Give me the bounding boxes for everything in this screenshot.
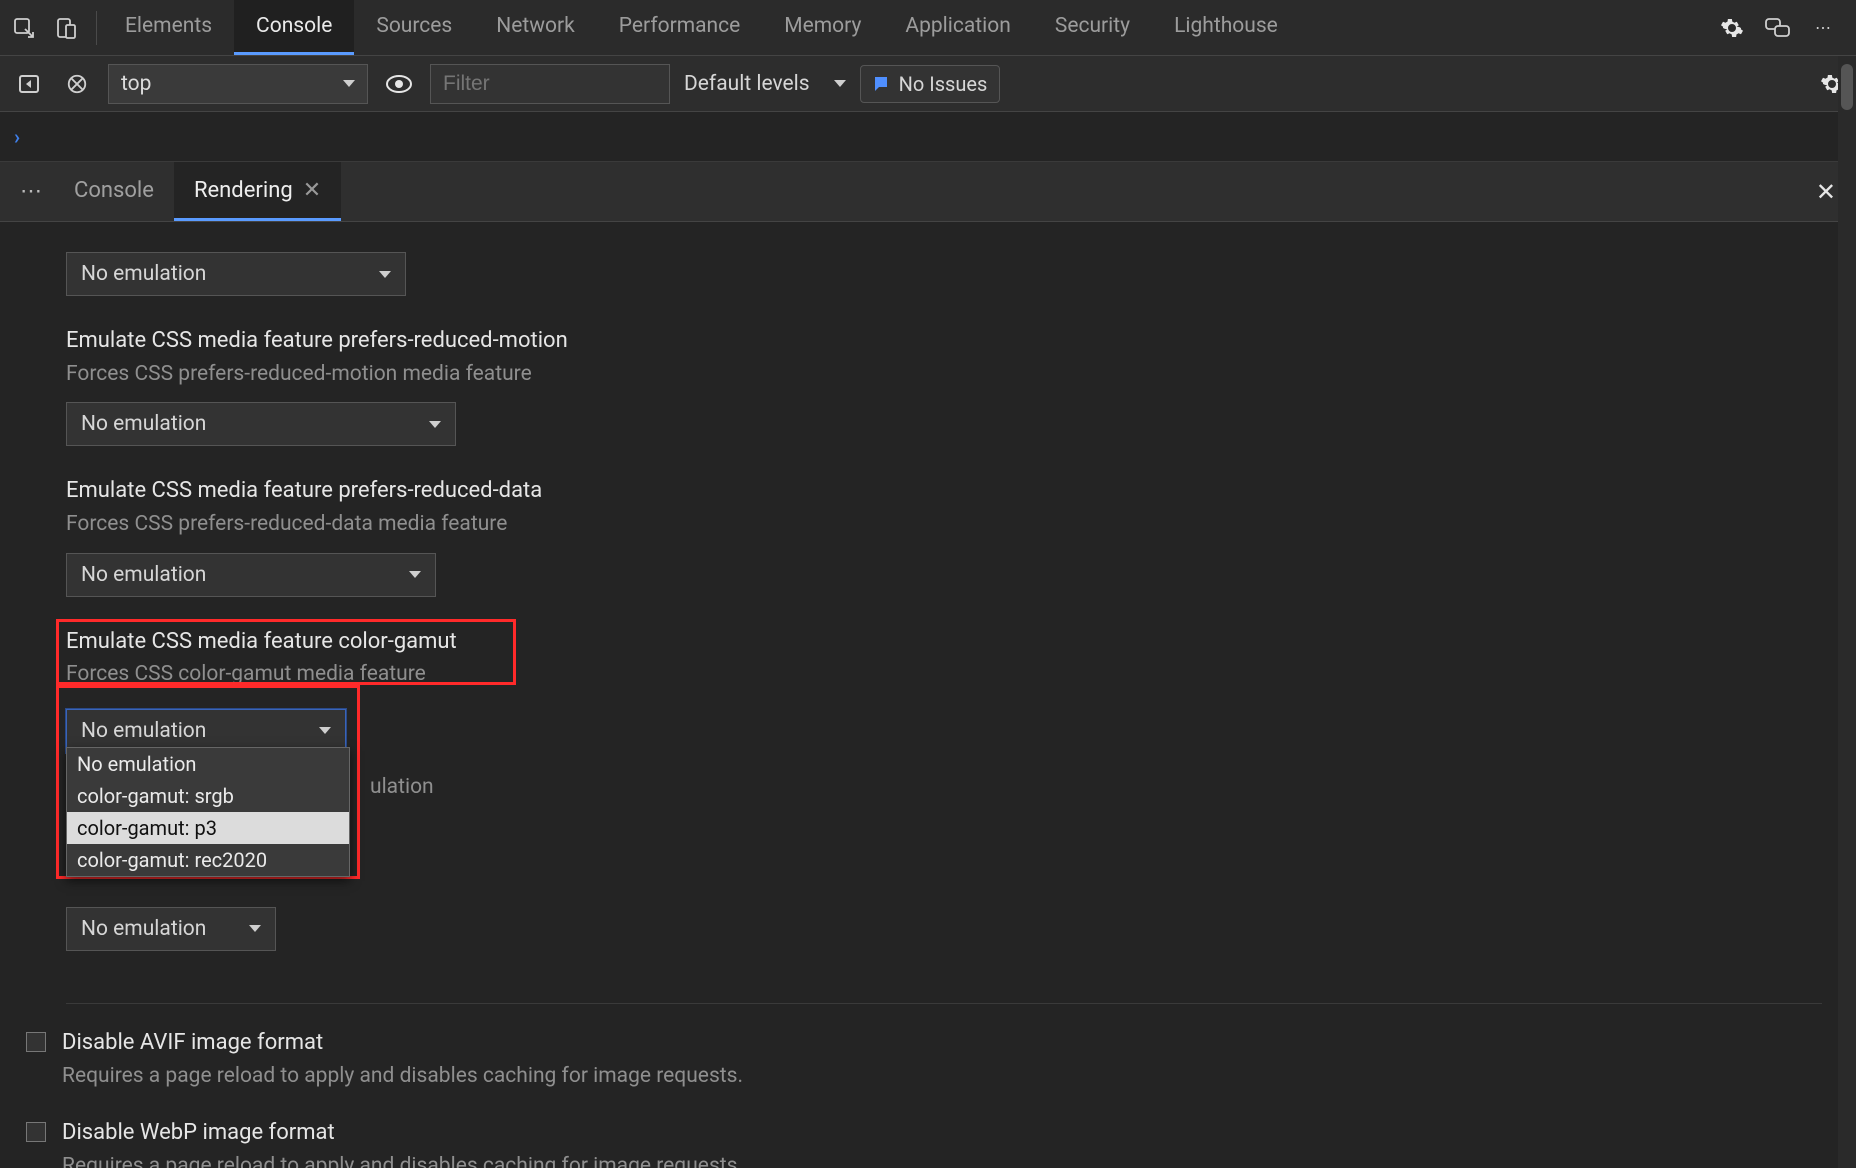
prefers-reduced-data-title: Emulate CSS media feature prefers-reduce… xyxy=(66,476,1822,507)
issues-badge[interactable]: No Issues xyxy=(860,65,1001,103)
customize-icon[interactable] xyxy=(1764,14,1792,42)
tab-performance[interactable]: Performance xyxy=(597,0,762,55)
obscured-text: ulation xyxy=(370,775,434,799)
drawer-tab-rendering[interactable]: Rendering ✕ xyxy=(174,162,341,221)
prompt-chevron-icon: › xyxy=(14,125,20,149)
disable-avif-desc: Requires a page reload to apply and disa… xyxy=(62,1061,743,1093)
highlight-box-title xyxy=(56,619,516,685)
disable-webp-desc: Requires a page reload to apply and disa… xyxy=(62,1151,743,1168)
color-gamut-option-rec2020[interactable]: color-gamut: rec2020 xyxy=(67,844,349,876)
drawer-tab-console[interactable]: Console xyxy=(54,162,174,221)
disable-webp-title: Disable WebP image format xyxy=(62,1118,743,1149)
prefers-reduced-data-desc: Forces CSS prefers-reduced-data media fe… xyxy=(66,509,1822,541)
issues-text: No Issues xyxy=(899,72,988,96)
tab-lighthouse[interactable]: Lighthouse xyxy=(1152,0,1300,55)
context-selector[interactable]: top xyxy=(108,64,368,104)
console-input-row[interactable]: › xyxy=(0,112,1856,162)
select-generic-top-value: No emulation xyxy=(81,262,206,286)
checkbox-disable-avif[interactable] xyxy=(26,1032,46,1052)
select-hidden-below[interactable]: No emulation xyxy=(66,907,276,951)
toggle-drawer-icon[interactable] xyxy=(12,67,46,101)
checkbox-disable-webp[interactable] xyxy=(26,1122,46,1142)
select-prefers-reduced-data-value: No emulation xyxy=(81,563,206,587)
chevron-down-icon xyxy=(379,271,391,278)
color-gamut-dropdown: No emulation color-gamut: srgb color-gam… xyxy=(66,747,350,877)
select-prefers-reduced-motion[interactable]: No emulation xyxy=(66,402,456,446)
levels-label: Default levels xyxy=(684,72,810,96)
select-prefers-reduced-data[interactable]: No emulation xyxy=(66,553,436,597)
close-tab-icon[interactable]: ✕ xyxy=(303,178,321,203)
vertical-scrollbar[interactable] xyxy=(1838,56,1856,1168)
separator xyxy=(66,1003,1822,1004)
color-gamut-option-srgb[interactable]: color-gamut: srgb xyxy=(67,780,349,812)
tab-network[interactable]: Network xyxy=(474,0,597,55)
device-toggle-icon[interactable] xyxy=(52,14,80,42)
context-value: top xyxy=(121,72,151,96)
tab-sources[interactable]: Sources xyxy=(354,0,474,55)
tab-security[interactable]: Security xyxy=(1033,0,1152,55)
more-menu-icon[interactable]: ⋯ xyxy=(1810,14,1838,42)
chevron-down-icon xyxy=(343,80,355,87)
drawer-tab-rendering-label: Rendering xyxy=(194,178,293,203)
tab-memory[interactable]: Memory xyxy=(762,0,883,55)
chevron-down-icon xyxy=(409,571,421,578)
settings-gear-icon[interactable] xyxy=(1718,14,1746,42)
filter-input[interactable] xyxy=(430,64,670,104)
tab-console[interactable]: Console xyxy=(234,0,354,55)
color-gamut-option-no-emulation[interactable]: No emulation xyxy=(67,748,349,780)
log-levels-selector[interactable]: Default levels xyxy=(684,72,846,96)
drawer-more-icon[interactable]: ⋯ xyxy=(10,179,54,204)
inspect-icon[interactable] xyxy=(10,14,38,42)
prefers-reduced-motion-desc: Forces CSS prefers-reduced-motion media … xyxy=(66,359,1822,391)
scrollbar-thumb[interactable] xyxy=(1841,64,1853,110)
chevron-down-icon xyxy=(249,925,261,932)
clear-console-icon[interactable] xyxy=(60,67,94,101)
tab-elements[interactable]: Elements xyxy=(103,0,234,55)
chevron-down-icon xyxy=(429,421,441,428)
tab-application[interactable]: Application xyxy=(883,0,1032,55)
live-expressions-icon[interactable] xyxy=(382,67,416,101)
select-generic-top[interactable]: No emulation xyxy=(66,252,406,296)
select-prefers-reduced-motion-value: No emulation xyxy=(81,412,206,436)
issues-icon xyxy=(873,75,891,93)
disable-avif-title: Disable AVIF image format xyxy=(62,1028,743,1059)
prefers-reduced-motion-title: Emulate CSS media feature prefers-reduce… xyxy=(66,326,1822,357)
chevron-down-icon xyxy=(834,80,846,87)
color-gamut-option-p3[interactable]: color-gamut: p3 xyxy=(67,812,349,844)
select-hidden-below-value: No emulation xyxy=(81,917,206,941)
